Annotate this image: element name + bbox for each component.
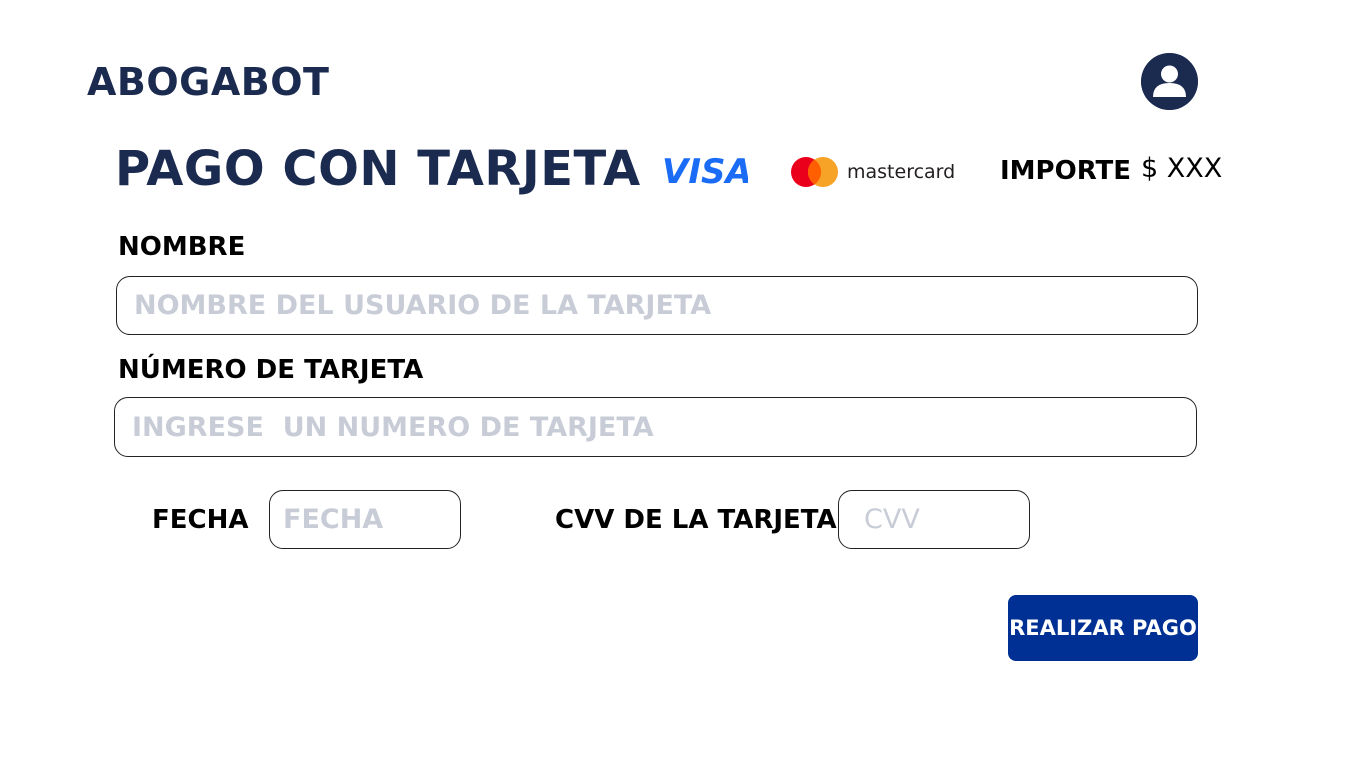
expiry-date-input[interactable] bbox=[269, 490, 461, 549]
cardholder-name-input[interactable] bbox=[116, 276, 1198, 335]
visa-logo: VISA bbox=[662, 152, 748, 190]
submit-payment-button[interactable]: REALIZAR PAGO bbox=[1008, 595, 1198, 661]
user-avatar-button[interactable] bbox=[1141, 53, 1198, 110]
mastercard-logo: mastercard bbox=[791, 157, 955, 187]
cvv-label: CVV DE LA TARJETA bbox=[555, 505, 837, 535]
date-label: FECHA bbox=[152, 505, 249, 535]
mastercard-logo-text: mastercard bbox=[847, 161, 955, 183]
card-number-label: NÚMERO DE TARJETA bbox=[118, 355, 424, 385]
payment-page: ABOGABOT PAGO CON TARJETA VISA mastercar… bbox=[0, 0, 1366, 768]
brand-logo[interactable]: ABOGABOT bbox=[87, 60, 329, 104]
amount-value: $ XXX bbox=[1141, 153, 1223, 184]
cvv-input[interactable] bbox=[838, 490, 1030, 549]
name-label: NOMBRE bbox=[118, 232, 246, 262]
amount-label: IMPORTE bbox=[1000, 156, 1132, 186]
page-title: PAGO CON TARJETA bbox=[115, 141, 641, 197]
user-icon bbox=[1141, 53, 1198, 110]
card-number-input[interactable] bbox=[114, 397, 1197, 457]
visa-logo-text: VISA bbox=[662, 152, 748, 190]
